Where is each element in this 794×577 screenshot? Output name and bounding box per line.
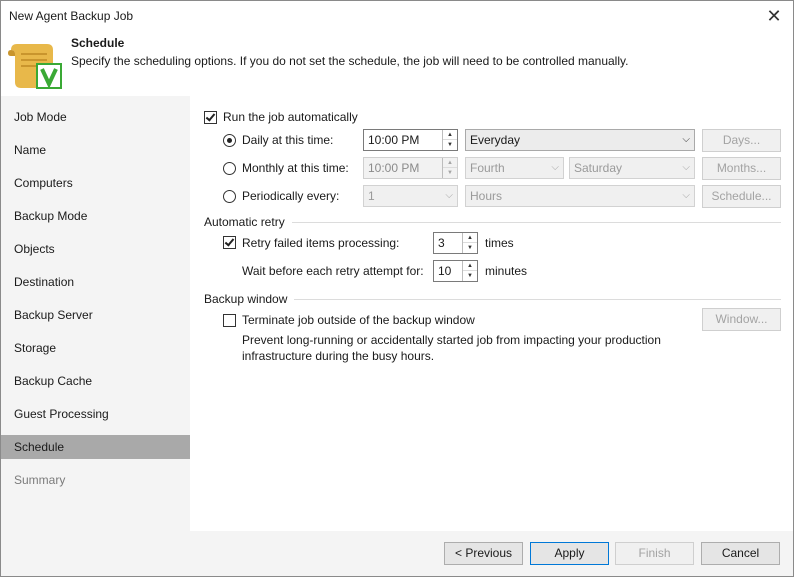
automatic-retry-heading: Automatic retry (204, 215, 285, 229)
step-backup-server[interactable]: Backup Server (1, 303, 190, 327)
wizard-footer: < Previous Apply Finish Cancel (190, 531, 793, 576)
days-button[interactable]: Days... (702, 129, 781, 152)
step-name[interactable]: Name (1, 138, 190, 162)
chevron-down-icon: ⌵ (682, 162, 690, 173)
step-schedule[interactable]: Schedule (1, 435, 190, 459)
dialog-window: New Agent Backup Job ✕ Schedule Specify … (0, 0, 794, 577)
daily-label: Daily at this time: (242, 133, 334, 147)
page-header: Schedule Specify the scheduling options.… (1, 32, 793, 96)
chevron-down-icon: ⌵ (682, 190, 690, 201)
backup-window-heading: Backup window (204, 292, 288, 306)
retry-count-value: 3 (438, 236, 445, 250)
backup-window-note-line1: Prevent long-running or accidentally sta… (242, 333, 661, 347)
daily-time-spinner[interactable]: ▲ ▼ (442, 130, 457, 150)
retry-unit-label: times (485, 236, 514, 250)
section-divider (294, 299, 781, 300)
wizard-steps: Job Mode Name Computers Backup Mode Obje… (1, 96, 190, 576)
periodically-value: 1 (368, 189, 375, 203)
previous-button[interactable]: < Previous (444, 542, 523, 565)
step-backup-cache[interactable]: Backup Cache (1, 369, 190, 393)
section-divider (292, 222, 781, 223)
window-button[interactable]: Window... (702, 308, 781, 331)
daily-radio[interactable] (223, 134, 236, 147)
backup-window-note-line2: infrastructure during the busy hours. (242, 349, 435, 363)
terminate-label: Terminate job outside of the backup wind… (242, 313, 475, 327)
schedule-panel: Run the job automatically Daily at this … (190, 96, 793, 531)
cancel-button[interactable]: Cancel (701, 542, 780, 565)
finish-button[interactable]: Finish (615, 542, 694, 565)
monthly-label: Monthly at this time: (242, 161, 349, 175)
spin-down-icon[interactable]: ▼ (443, 140, 457, 150)
close-icon[interactable]: ✕ (761, 4, 787, 28)
retry-checkbox[interactable] (223, 236, 236, 249)
monthly-time-spinner[interactable]: ▲ ▼ (442, 158, 457, 178)
chevron-down-icon: ⌵ (445, 190, 453, 201)
monthly-day-value: Saturday (574, 161, 623, 175)
daily-time-field[interactable]: 10:00 PM ▲ ▼ (363, 129, 458, 151)
wait-minutes-spinner[interactable]: ▲ ▼ (462, 261, 477, 281)
monthly-time-field[interactable]: 10:00 PM ▲ ▼ (363, 157, 458, 179)
periodically-unit-select[interactable]: Hours ⌵ (465, 185, 695, 207)
spin-down-icon[interactable]: ▼ (463, 271, 477, 281)
page-title: Schedule (71, 36, 125, 50)
wait-minutes-value: 10 (438, 264, 452, 278)
chevron-down-icon: ⌵ (551, 162, 559, 173)
step-guest-processing[interactable]: Guest Processing (1, 402, 190, 426)
schedule-button[interactable]: Schedule... (702, 185, 781, 208)
daily-days-value: Everyday (470, 133, 521, 147)
run-automatically-checkbox[interactable] (204, 111, 217, 124)
monthly-radio[interactable] (223, 162, 236, 175)
page-description: Specify the scheduling options. If you d… (71, 54, 629, 68)
monthly-time-value: 10:00 PM (368, 161, 420, 175)
periodically-value-select[interactable]: 1 ⌵ (363, 185, 458, 207)
chevron-down-icon: ⌵ (682, 134, 690, 145)
step-backup-mode[interactable]: Backup Mode (1, 204, 190, 228)
periodically-unit-value: Hours (470, 189, 503, 203)
wait-label: Wait before each retry attempt for: (242, 264, 424, 278)
schedule-scroll-icon (8, 44, 62, 89)
wait-unit-label: minutes (485, 264, 528, 278)
spin-down-icon[interactable]: ▼ (443, 168, 457, 178)
step-computers[interactable]: Computers (1, 171, 190, 195)
periodically-label: Periodically every: (242, 189, 340, 203)
monthly-week-value: Fourth (470, 161, 505, 175)
spin-down-icon[interactable]: ▼ (463, 243, 477, 253)
window-title: New Agent Backup Job (9, 9, 134, 23)
apply-button[interactable]: Apply (530, 542, 609, 565)
step-job-mode[interactable]: Job Mode (1, 105, 190, 129)
monthly-day-select[interactable]: Saturday ⌵ (569, 157, 695, 179)
run-automatically-label: Run the job automatically (223, 110, 358, 124)
retry-count-spinner[interactable]: ▲ ▼ (462, 233, 477, 253)
terminate-checkbox[interactable] (223, 314, 236, 327)
months-button[interactable]: Months... (702, 157, 781, 180)
retry-count-field[interactable]: 3 ▲ ▼ (433, 232, 478, 254)
retry-label: Retry failed items processing: (242, 236, 400, 250)
step-summary: Summary (14, 473, 66, 487)
step-storage[interactable]: Storage (1, 336, 190, 360)
wait-minutes-field[interactable]: 10 ▲ ▼ (433, 260, 478, 282)
periodically-radio[interactable] (223, 190, 236, 203)
step-objects[interactable]: Objects (1, 237, 190, 261)
daily-time-value: 10:00 PM (368, 133, 420, 147)
title-bar: New Agent Backup Job ✕ (1, 1, 793, 32)
daily-days-select[interactable]: Everyday ⌵ (465, 129, 695, 151)
monthly-week-select[interactable]: Fourth ⌵ (465, 157, 564, 179)
step-destination[interactable]: Destination (1, 270, 190, 294)
